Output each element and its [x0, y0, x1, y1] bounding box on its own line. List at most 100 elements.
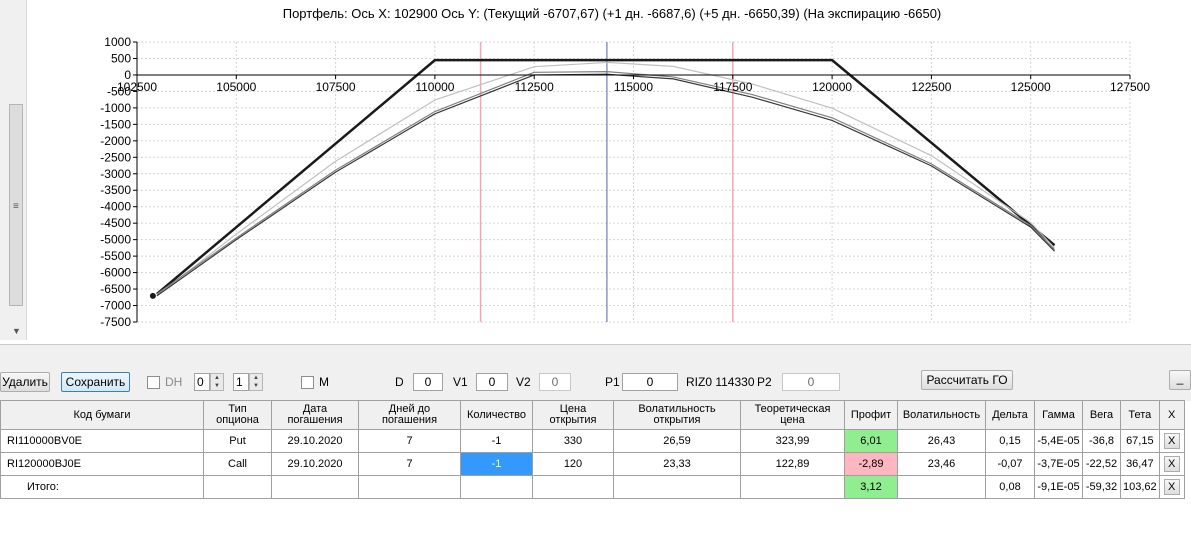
remove-row-cell: X — [1158, 475, 1185, 499]
save-button[interactable]: Сохранить — [61, 372, 130, 392]
cell-days-to-expiry[interactable]: 7 — [358, 452, 461, 476]
cell-open-volatility[interactable]: 23,33 — [613, 452, 741, 476]
cell-code[interactable]: RI120000BJ0E — [0, 452, 204, 476]
column-header-theta[interactable]: Тета — [1120, 400, 1160, 430]
x-tick-label: 110000 — [415, 80, 454, 94]
v1-field[interactable]: 0 — [476, 373, 508, 391]
cell-code[interactable]: RI110000BV0E — [0, 429, 204, 453]
column-header-days-to-expiry[interactable]: Дней до погашения — [358, 400, 461, 430]
cell-total-delta: 0,08 — [985, 475, 1035, 499]
cell-gamma[interactable]: -3,7E-05 — [1034, 452, 1083, 476]
cell-empty — [460, 475, 533, 499]
remove-row-button[interactable]: X — [1163, 433, 1180, 449]
column-header-open-volatility[interactable]: Волатильность открытия — [613, 400, 741, 430]
cell-theta[interactable]: 67,15 — [1120, 429, 1160, 453]
remove-row-button[interactable]: X — [1163, 456, 1180, 472]
cell-profit[interactable]: -2,89 — [844, 452, 898, 476]
column-header-option-type[interactable]: Тип опциона — [203, 400, 272, 430]
y-tick-label: -2500 — [100, 150, 131, 164]
cell-gamma[interactable]: -5,4E-05 — [1034, 429, 1083, 453]
column-header-remove: X — [1158, 400, 1185, 430]
m-checkbox[interactable] — [301, 376, 314, 389]
column-header-vega[interactable]: Вега — [1082, 400, 1121, 430]
x-tick-label: 125000 — [1011, 80, 1051, 94]
cell-quantity-selected[interactable]: -1 — [460, 452, 533, 476]
spin1-arrows-icon[interactable]: ▲ ▼ — [210, 373, 224, 391]
cell-empty — [897, 475, 986, 499]
cell-volatility[interactable]: 26,43 — [897, 429, 986, 453]
x-tick-label: 102500 — [117, 80, 157, 94]
cell-theta[interactable]: 36,47 — [1120, 452, 1160, 476]
cell-theoretical-price[interactable]: 323,99 — [740, 429, 845, 453]
x-tick-label: 115000 — [614, 80, 653, 94]
cell-total-vega: -59,32 — [1082, 475, 1121, 499]
cell-days-to-expiry[interactable]: 7 — [358, 429, 461, 453]
current-point-marker — [149, 292, 156, 299]
series-line-3 — [156, 71, 1055, 295]
cell-empty — [532, 475, 614, 499]
cell-open-volatility[interactable]: 26,59 — [613, 429, 741, 453]
y-tick-label: -6500 — [100, 282, 131, 296]
cell-option-type[interactable]: Put — [203, 429, 272, 453]
p1-field[interactable]: 0 — [622, 373, 678, 391]
cell-vega[interactable]: -36,8 — [1082, 429, 1121, 453]
column-header-expiry-date[interactable]: Дата погашения — [271, 400, 359, 430]
column-header-delta[interactable]: Дельта — [985, 400, 1035, 430]
delete-button[interactable]: Удалить — [0, 372, 50, 392]
cell-vega[interactable]: -22,52 — [1082, 452, 1121, 476]
cell-total-profit: 3,12 — [844, 475, 898, 499]
spin2-arrows-icon[interactable]: ▲ ▼ — [249, 373, 263, 391]
column-header-open-price[interactable]: Цена открытия — [532, 400, 614, 430]
dh-label: DH — [165, 375, 183, 389]
dh-checkbox[interactable] — [147, 376, 160, 389]
column-header-theoretical-price[interactable]: Теоретическая цена — [740, 400, 845, 430]
cell-empty — [613, 475, 741, 499]
y-tick-label: -7000 — [100, 299, 131, 313]
cell-total-label: Итого: — [0, 475, 204, 499]
cell-expiry-date[interactable]: 29.10.2020 — [271, 429, 359, 453]
y-tick-label: -4500 — [100, 216, 131, 230]
x-tick-label: 107500 — [316, 80, 356, 94]
column-header-volatility[interactable]: Волатильность — [897, 400, 986, 430]
spin2-field[interactable]: 1 — [233, 373, 249, 391]
cell-delta[interactable]: -0,07 — [985, 452, 1035, 476]
y-tick-label: -3000 — [100, 167, 131, 181]
cell-volatility[interactable]: 23,46 — [897, 452, 986, 476]
column-header-profit[interactable]: Профит — [844, 400, 898, 430]
p2-field[interactable]: 0 — [782, 373, 840, 391]
minimize-button[interactable]: _ — [1169, 370, 1191, 390]
cell-total-gamma: -9,1E-05 — [1034, 475, 1083, 499]
remove-row-cell: X — [1158, 429, 1185, 453]
cell-empty — [358, 475, 461, 499]
toolbar: Удалить Сохранить DH 0 ▲ ▼ 1 ▲ ▼ M D 0 V1 … — [0, 344, 1191, 401]
payoff-chart: 10005000-500-1000-1500-2000-2500-3000-35… — [100, 35, 1150, 329]
column-header-quantity[interactable]: Количество — [460, 400, 533, 430]
x-tick-label: 120000 — [812, 80, 852, 94]
remove-total-button[interactable]: X — [1163, 479, 1180, 495]
x-tick-label: 127500 — [1110, 80, 1150, 94]
cell-open-price[interactable]: 120 — [532, 452, 614, 476]
y-tick-label: 1000 — [104, 35, 131, 49]
v2-field[interactable]: 0 — [539, 373, 571, 391]
cell-quantity[interactable]: -1 — [460, 429, 533, 453]
y-tick-label: -5500 — [100, 249, 131, 263]
p1-label: P1 — [605, 375, 620, 389]
cell-delta[interactable]: 0,15 — [985, 429, 1035, 453]
column-header-gamma[interactable]: Гамма — [1034, 400, 1083, 430]
p2-label: P2 — [757, 375, 772, 389]
cell-profit[interactable]: 6,01 — [844, 429, 898, 453]
cell-expiry-date[interactable]: 29.10.2020 — [271, 452, 359, 476]
y-tick-label: -2000 — [100, 134, 131, 148]
cell-theoretical-price[interactable]: 122,89 — [740, 452, 845, 476]
calculate-margin-button[interactable]: Рассчитать ГО — [921, 370, 1013, 390]
cell-open-price[interactable]: 330 — [532, 429, 614, 453]
table-row[interactable]: RI120000BJ0E Call 29.10.2020 7 -1 120 23… — [0, 452, 1185, 476]
column-header-code[interactable]: Код бумаги — [0, 400, 204, 430]
x-tick-label: 117500 — [713, 80, 752, 94]
spin1-field[interactable]: 0 — [194, 373, 210, 391]
y-tick-label: -3500 — [100, 183, 131, 197]
cell-empty — [271, 475, 359, 499]
cell-option-type[interactable]: Call — [203, 452, 272, 476]
table-row[interactable]: RI110000BV0E Put 29.10.2020 7 -1 330 26,… — [0, 429, 1185, 453]
d-field[interactable]: 0 — [413, 373, 443, 391]
